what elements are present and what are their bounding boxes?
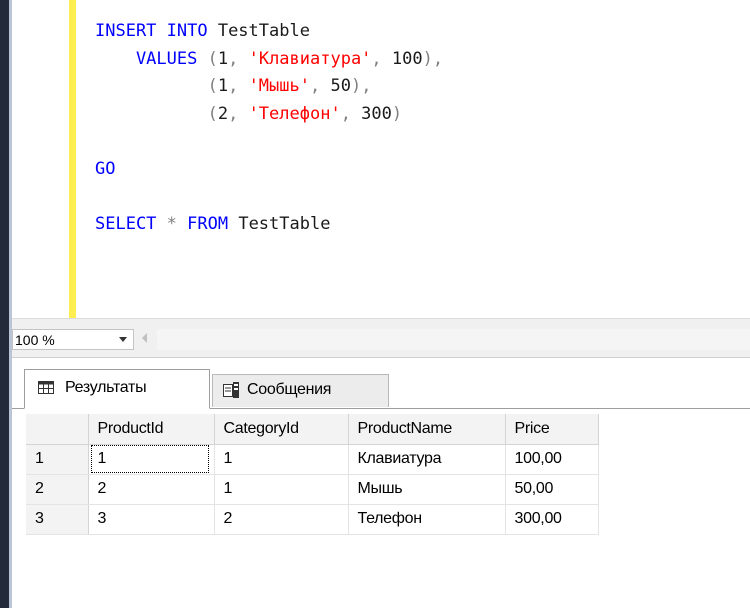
grid-cell[interactable]: Телефон [348, 504, 506, 535]
code-token: 'Телефон' [248, 103, 341, 124]
grid-cell[interactable]: 2 [88, 474, 215, 505]
code-token: FROM [187, 213, 229, 234]
grid-cell[interactable]: 1 [214, 474, 349, 505]
code-token: , [228, 76, 249, 96]
window-left-border [0, 0, 9, 608]
code-line: INSERT INTO TestTable [95, 21, 310, 41]
code-token: SELECT [95, 213, 157, 234]
sql-code[interactable]: INSERT INTO TestTable VALUES (1, 'Клавиа… [95, 18, 443, 238]
code-token: 300 [361, 103, 392, 124]
code-token: ( [95, 76, 218, 96]
zoom-select[interactable]: 100 % [12, 329, 134, 350]
code-token: ), [422, 48, 444, 69]
table-row: 2 2 1 Мышь 50,00 [26, 474, 599, 505]
grid-cell[interactable]: 100,00 [505, 444, 599, 475]
code-line: SELECT * FROM TestTable [95, 214, 330, 234]
code-token: 1 [217, 76, 229, 96]
grid-header-row: ProductId CategoryId ProductName Price [26, 414, 599, 445]
code-token: TestTable [228, 213, 331, 234]
code-token: VALUES [95, 48, 198, 69]
code-token: ( [207, 48, 218, 69]
code-token: * [156, 213, 188, 234]
code-line: GO [95, 159, 115, 179]
query-editor[interactable]: INSERT INTO TestTable VALUES (1, 'Клавиа… [12, 0, 750, 318]
code-line: (1, 'Мышь', 50), [95, 76, 372, 96]
code-token: 50 [330, 76, 351, 96]
messages-icon [223, 382, 239, 398]
tab-messages-label: Сообщения [247, 381, 332, 398]
code-token: GO [95, 158, 116, 179]
results-pane: Результаты Сообщения ProductId CategoryI… [12, 358, 750, 608]
horizontal-scrollbar[interactable] [157, 329, 750, 350]
code-token: INSERT INTO [95, 21, 208, 41]
code-token: 'Клавиатура' [248, 48, 372, 69]
chevron-down-icon[interactable] [119, 337, 127, 342]
table-row: 1 1 1 Клавиатура 100,00 [26, 444, 599, 475]
grid-corner[interactable] [26, 414, 89, 445]
grid-cell[interactable]: Мышь [348, 474, 506, 505]
code-token: ), [350, 76, 372, 96]
column-header[interactable]: CategoryId [214, 414, 349, 445]
grid-cell[interactable]: 1 [88, 444, 215, 475]
code-token: , [371, 48, 392, 69]
column-header[interactable]: Price [505, 414, 599, 445]
grid-cell[interactable]: 300,00 [505, 504, 599, 535]
code-token: 1 [217, 48, 229, 69]
grid-cell[interactable]: Клавиатура [348, 444, 506, 475]
row-number[interactable]: 3 [26, 504, 89, 535]
code-token: 'Мышь' [248, 76, 310, 96]
table-row: 3 3 2 Телефон 300,00 [26, 504, 599, 535]
grid-cell[interactable]: 3 [88, 504, 215, 535]
zoom-value: 100 % [15, 332, 55, 348]
column-header[interactable]: ProductId [88, 414, 215, 445]
column-header[interactable]: ProductName [348, 414, 506, 445]
code-token: 100 [391, 48, 423, 69]
zoom-bar: 100 % [12, 318, 750, 358]
grid-cell-value: 1 [90, 445, 209, 473]
grid-cell[interactable]: 1 [214, 444, 349, 475]
code-line: (2, 'Телефон', 300) [95, 103, 403, 124]
code-token: , [340, 103, 362, 124]
tab-results[interactable]: Результаты [24, 369, 210, 409]
tab-messages[interactable]: Сообщения [212, 374, 389, 407]
row-number[interactable]: 2 [26, 474, 89, 505]
code-token: 2 [217, 103, 229, 124]
grid-icon [38, 381, 54, 394]
change-tracking-bar [69, 0, 76, 318]
results-tabs: Результаты Сообщения [12, 358, 750, 409]
grid-cell[interactable]: 2 [214, 504, 349, 535]
grid-cell[interactable]: 50,00 [505, 474, 599, 505]
code-token: ) [391, 103, 403, 124]
code-line: VALUES (1, 'Клавиатура', 100), [95, 49, 443, 69]
code-token: , [228, 48, 249, 69]
results-grid[interactable]: ProductId CategoryId ProductName Price 1… [26, 414, 599, 535]
scroll-left-icon[interactable] [142, 333, 147, 343]
code-token: TestTable [207, 21, 310, 41]
tab-results-label: Результаты [65, 379, 147, 396]
code-token: , [228, 103, 249, 124]
row-number[interactable]: 1 [26, 444, 89, 475]
code-token: , [309, 76, 331, 96]
code-token: ( [95, 103, 218, 124]
